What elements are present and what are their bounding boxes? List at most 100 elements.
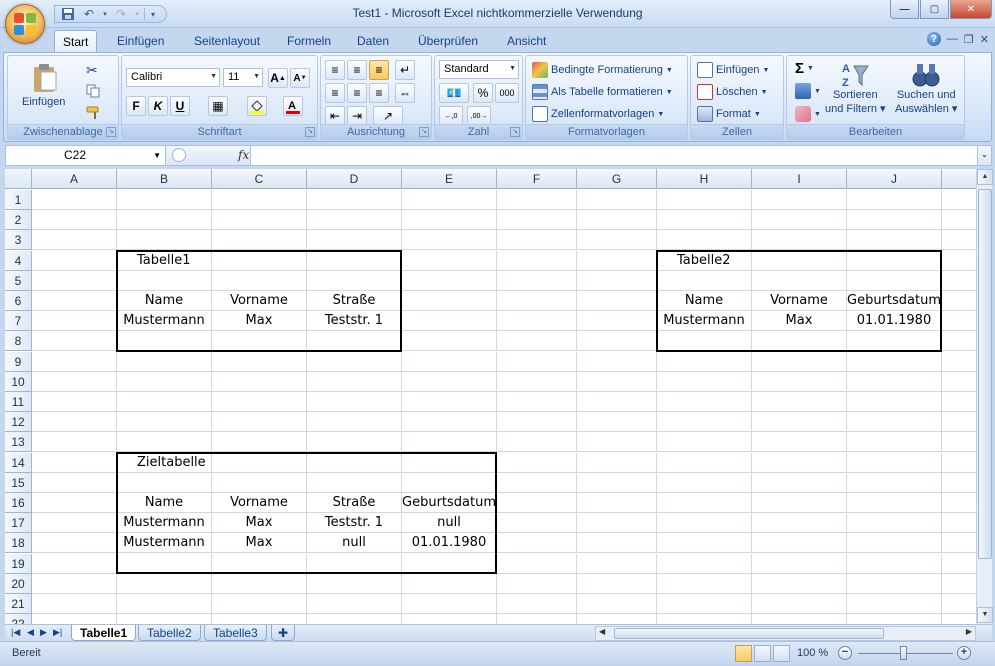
- grid-cell[interactable]: [752, 392, 847, 412]
- grid-cell[interactable]: [752, 412, 847, 433]
- horizontal-scroll-thumb[interactable]: [614, 628, 884, 639]
- grid-cell[interactable]: [942, 614, 976, 624]
- grid-cell[interactable]: [942, 210, 976, 231]
- grid-cell[interactable]: [497, 230, 577, 251]
- normal-view-icon[interactable]: [735, 645, 752, 662]
- zoom-in-icon[interactable]: +: [957, 646, 971, 660]
- target-table-cell[interactable]: Mustermann: [117, 533, 212, 553]
- table2-header[interactable]: Vorname: [752, 291, 847, 311]
- grid-cell[interactable]: [657, 210, 752, 231]
- grid-cell[interactable]: [307, 553, 402, 574]
- name-box[interactable]: C22 ▼: [6, 146, 166, 165]
- grid-cell[interactable]: [942, 352, 976, 372]
- align-right-icon[interactable]: ≡: [369, 83, 389, 103]
- column-header-k[interactable]: [942, 169, 976, 189]
- column-header-h[interactable]: H: [657, 169, 752, 189]
- font-color-icon[interactable]: A: [283, 96, 303, 116]
- grid-cell[interactable]: [752, 573, 847, 594]
- worksheet[interactable]: A B C D E F G H I J 1 2 3 4 5 6 7 8 9 10 11 12 13 14 15 16 17 18 19 2…: [5, 169, 976, 624]
- shrink-font-icon[interactable]: A ▼: [290, 68, 310, 88]
- sheet-tab-tabelle2[interactable]: Tabelle2: [138, 625, 201, 641]
- grid-cell[interactable]: [497, 351, 577, 372]
- grid-cell[interactable]: [497, 452, 577, 473]
- grid-cell[interactable]: [577, 452, 657, 473]
- target-table-header[interactable]: Geburtsdatum: [402, 493, 497, 513]
- grid-cell[interactable]: [32, 351, 117, 372]
- grid-cell[interactable]: [402, 594, 497, 614]
- grid-cell[interactable]: [402, 190, 497, 210]
- table1-cell[interactable]: Mustermann: [117, 311, 212, 331]
- table2-header[interactable]: Name: [657, 291, 752, 311]
- grid-cell[interactable]: [942, 331, 976, 352]
- grid-cell[interactable]: [402, 553, 497, 574]
- grid-cell[interactable]: [942, 392, 976, 412]
- grid-cell[interactable]: [402, 452, 497, 473]
- row-header-14[interactable]: 14: [5, 452, 32, 473]
- select-all-corner[interactable]: [5, 169, 32, 189]
- grid-cell[interactable]: [402, 291, 497, 311]
- grid-cell[interactable]: [497, 553, 577, 574]
- table1-title[interactable]: Tabelle1: [117, 251, 212, 271]
- grid-cell[interactable]: [117, 614, 212, 624]
- grid-cell[interactable]: [847, 553, 942, 574]
- grid-cell[interactable]: [497, 371, 577, 392]
- table1-cell[interactable]: Max: [212, 311, 307, 331]
- grid-cell[interactable]: [657, 392, 752, 412]
- grid-cell[interactable]: [752, 432, 847, 453]
- grid-cell[interactable]: [307, 270, 402, 291]
- grid-cell[interactable]: [657, 351, 752, 372]
- sort-filter-button[interactable]: AZ Sortieren und Filtern ▾: [825, 60, 886, 115]
- row-header-2[interactable]: 2: [5, 210, 32, 231]
- row-header-13[interactable]: 13: [5, 432, 32, 453]
- grid-cell[interactable]: [497, 270, 577, 291]
- row-header-16[interactable]: 16: [5, 493, 32, 513]
- grid-cell[interactable]: [942, 190, 976, 210]
- grid-cell[interactable]: [117, 371, 212, 392]
- grid-cell[interactable]: [847, 210, 942, 231]
- grid-cell[interactable]: [402, 614, 497, 624]
- grid-cell[interactable]: [657, 594, 752, 614]
- grid-cell[interactable]: [32, 513, 117, 534]
- grid-cell[interactable]: [657, 614, 752, 624]
- grid-cell[interactable]: [752, 371, 847, 392]
- grid-cell[interactable]: [847, 331, 942, 352]
- maximize-icon[interactable]: ▢: [920, 0, 949, 19]
- grid-cell[interactable]: [32, 270, 117, 291]
- insert-function-icon[interactable]: fx: [238, 148, 249, 162]
- target-table-cell[interactable]: Max: [212, 533, 307, 553]
- grid-cell[interactable]: [577, 553, 657, 574]
- row-header-20[interactable]: 20: [5, 573, 32, 594]
- grid-cell[interactable]: [402, 472, 497, 493]
- table1-cell[interactable]: Teststr. 1: [307, 311, 402, 331]
- column-header-a[interactable]: A: [32, 169, 117, 189]
- grid-cell[interactable]: [497, 513, 577, 534]
- grid-cell[interactable]: [657, 371, 752, 392]
- grid-cell[interactable]: [847, 573, 942, 594]
- column-header-i[interactable]: I: [752, 169, 847, 189]
- alignment-launcher-icon[interactable]: ↘: [419, 127, 429, 137]
- grid-cell[interactable]: [402, 331, 497, 352]
- grid-cell[interactable]: [752, 250, 847, 271]
- grid-cell[interactable]: [117, 553, 212, 574]
- grid-cell[interactable]: [212, 412, 307, 433]
- paste-button[interactable]: Einfügen: [22, 62, 65, 108]
- grid-cell[interactable]: [307, 614, 402, 624]
- chevron-down-icon[interactable]: ▼: [153, 151, 161, 160]
- grid-cell[interactable]: [577, 412, 657, 433]
- row-header-15[interactable]: 15: [5, 472, 32, 493]
- grid-cell[interactable]: [212, 614, 307, 624]
- column-header-g[interactable]: G: [577, 169, 657, 189]
- scroll-down-icon[interactable]: ▼: [977, 607, 993, 623]
- row-header-10[interactable]: 10: [5, 371, 32, 392]
- delete-cells-button[interactable]: Löschen ▼: [697, 84, 768, 100]
- clear-button[interactable]: ▼: [795, 106, 821, 122]
- grid-cell[interactable]: [212, 553, 307, 574]
- grid-cell[interactable]: [212, 331, 307, 352]
- align-center-icon[interactable]: ≡: [347, 83, 367, 103]
- grid-cell[interactable]: [942, 230, 976, 251]
- grid-cell[interactable]: [577, 614, 657, 624]
- grid-cell[interactable]: [847, 392, 942, 412]
- grid-cell[interactable]: [497, 594, 577, 614]
- grid-cell[interactable]: [32, 230, 117, 251]
- cut-icon[interactable]: ✂: [86, 62, 98, 79]
